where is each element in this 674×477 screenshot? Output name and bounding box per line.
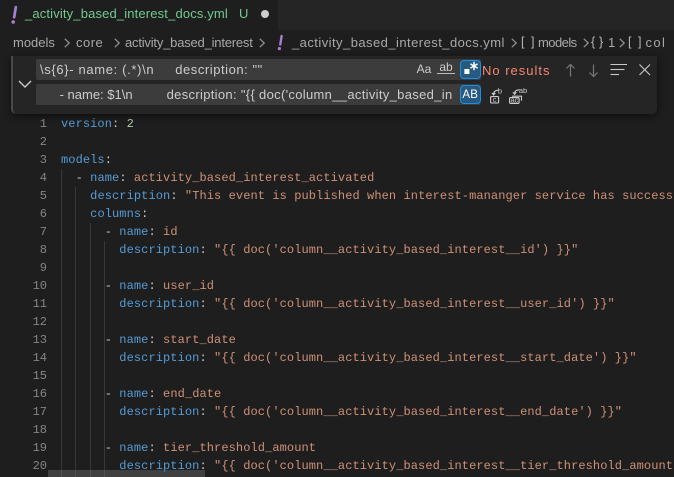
svg-text:c: c (493, 95, 497, 104)
svg-text:ac: ac (510, 96, 518, 104)
svg-text:ab: ab (519, 88, 527, 95)
svg-text:b: b (498, 88, 502, 96)
